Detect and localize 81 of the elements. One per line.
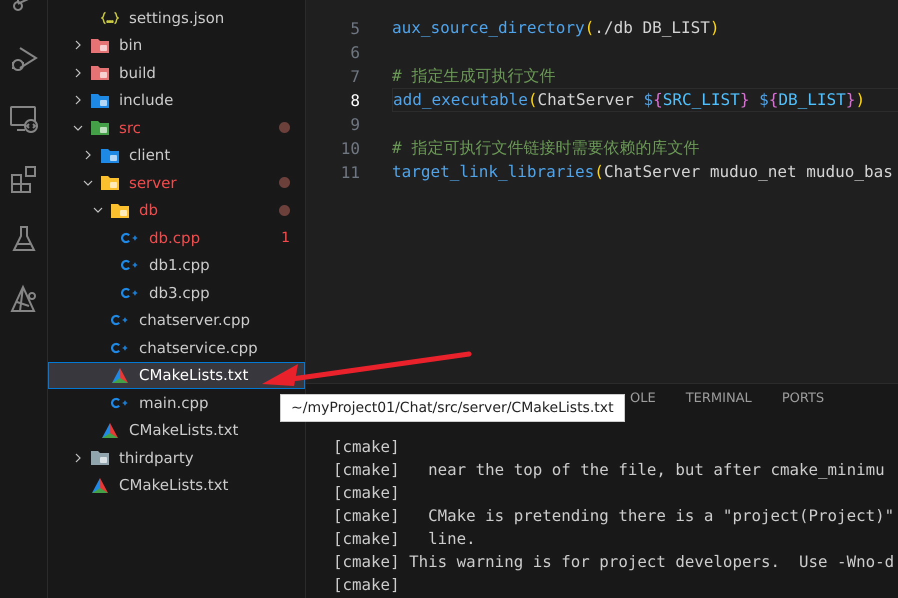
tree-item[interactable]: CMakeLists.txt (48, 416, 254, 444)
triangle-icon (102, 422, 118, 438)
tree-item[interactable]: bin (48, 32, 158, 59)
terminal-line: [cmake] line. (333, 528, 477, 550)
file-name: db (139, 201, 160, 220)
tree-item[interactable]: chatservice.cpp (48, 334, 273, 362)
tree-item[interactable]: include (48, 86, 188, 114)
tree-item[interactable]: src (48, 114, 305, 142)
remote-explorer-icon[interactable] (8, 104, 38, 134)
panel-tab[interactable]: OLE (630, 390, 656, 406)
folder-icon (91, 450, 109, 466)
tree-item[interactable]: chatserver.cpp (48, 306, 265, 334)
folder-icon (91, 120, 109, 136)
file-name: chatserver.cpp (139, 311, 250, 330)
extensions-icon[interactable] (8, 164, 38, 194)
file-name: client (129, 146, 170, 164)
folder-icon (101, 175, 119, 190)
code-line: aux_source_directory(./db DB_LIST) (392, 17, 721, 39)
terminal-line: [cmake] near the top of the file, but after cmake_minimu (333, 459, 886, 481)
panel-tab[interactable]: PORTS (782, 390, 824, 406)
file-name: bin (119, 36, 142, 54)
file-name: db.cpp (149, 228, 202, 247)
file-name: CMakeLists.txt (119, 476, 228, 494)
line-number: 8 (349, 90, 360, 110)
tree-item[interactable]: client (48, 142, 186, 169)
triangle-wrench-icon[interactable] (8, 284, 38, 314)
triangle-icon (92, 478, 108, 493)
folder-icon (101, 148, 119, 163)
terminal-line: [cmake] CMake is pretending there is a "project(Project)" (333, 505, 896, 527)
tree-item[interactable]: thirdparty (48, 444, 209, 472)
tree-item[interactable]: db (48, 196, 305, 224)
tree-item[interactable]: main.cpp (48, 389, 224, 416)
file-name: thirdparty (119, 448, 194, 467)
tree-item[interactable]: settings.json (48, 4, 240, 32)
tree-item[interactable]: build (48, 59, 171, 86)
file-name: CMakeLists.txt (129, 421, 238, 440)
tree-item[interactable]: server (48, 169, 305, 196)
folder-icon (91, 38, 109, 53)
code-line: add_executable(ChatServer ${SRC_LIST} ${DB_LIST}) (392, 88, 898, 112)
line-number: 7 (349, 66, 360, 86)
tree-item[interactable]: db.cpp 1 (48, 224, 305, 252)
line-number: 11 (340, 162, 360, 182)
file-name: chatservice.cpp (139, 338, 258, 357)
tree-item[interactable]: CMakeLists.txt (48, 362, 305, 389)
file-name: settings.json (129, 8, 224, 27)
braces-icon (101, 10, 119, 25)
code-line: # 指定可执行文件链接时需要依赖的库文件 (392, 137, 700, 159)
terminal-line: [cmake] (333, 574, 401, 596)
cpp-file-icon (111, 314, 129, 326)
tree-item[interactable]: CMakeLists.txt (48, 472, 244, 499)
problem-count: 1 (281, 230, 290, 246)
line-number: 6 (349, 42, 360, 62)
file-name: db1.cpp (149, 256, 210, 274)
line-number: 5 (349, 18, 360, 38)
tree-item[interactable]: db3.cpp (48, 279, 225, 306)
line-number: 10 (340, 138, 360, 158)
file-name: CMakeLists.txt (139, 366, 250, 384)
cpp-file-icon (121, 259, 139, 272)
file-name: main.cpp (139, 394, 209, 412)
folder-icon (91, 65, 109, 80)
file-name: db3.cpp (149, 284, 210, 302)
code-line: target_link_libraries(ChatServer muduo_net muduo_bas (392, 161, 894, 183)
file-name: server (129, 174, 178, 192)
cpp-file-icon (121, 232, 139, 244)
file-name: src (119, 118, 142, 137)
code-line: # 指定生成可执行文件 (392, 65, 556, 87)
triangle-icon (112, 368, 128, 383)
path-tooltip: ~/myProject01/Chat/src/server/CMakeLists.txt (280, 394, 625, 422)
folder-icon (111, 202, 129, 218)
file-name: build (119, 64, 156, 82)
terminal-line: [cmake] This warning is for project developers. Use -Wno-d (333, 551, 896, 573)
line-number: 9 (349, 114, 360, 134)
cpp-file-icon (111, 396, 129, 409)
cpp-file-icon (111, 342, 129, 354)
terminal-line: [cmake] (333, 482, 401, 504)
cpp-file-icon (121, 286, 139, 299)
panel-tab[interactable]: TERMINAL (686, 390, 752, 406)
file-name: include (119, 91, 174, 110)
tree-item[interactable]: db1.cpp (48, 252, 225, 279)
folder-icon (91, 92, 109, 108)
terminal-line: [cmake] (333, 436, 401, 458)
